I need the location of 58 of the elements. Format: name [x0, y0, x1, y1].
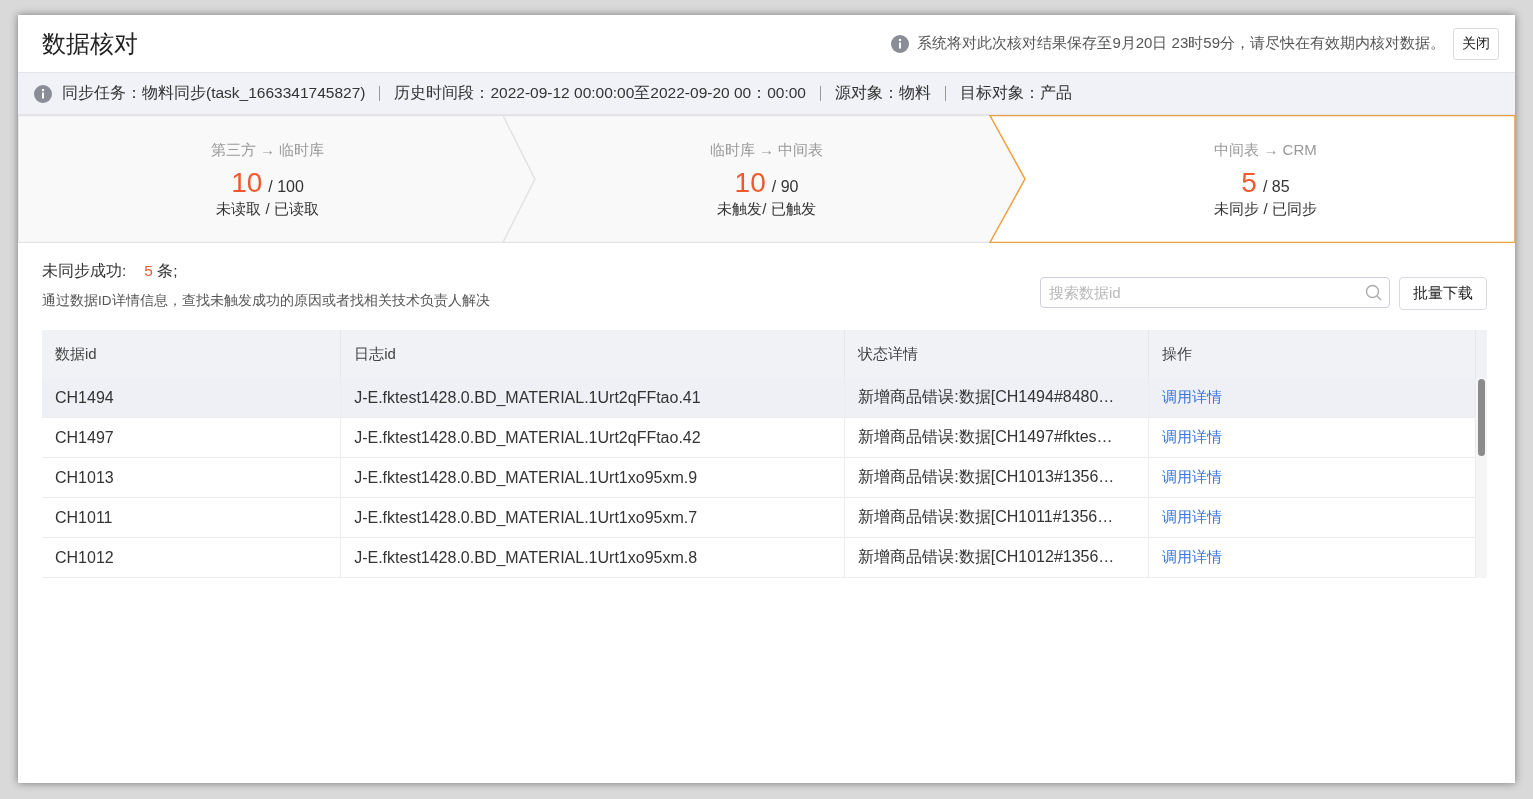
- step-total: / 90: [771, 177, 799, 196]
- table-cell: 新增商品错误:数据[CH1494#8480…: [844, 378, 1149, 418]
- table-row[interactable]: CH1013 J-E.fktest1428.0.BD_MATERIAL.1Urt1xo95xm.9 新增商品错误:数据[CH1013#1356… 调用详情: [42, 457, 1476, 498]
- table-cell: CH1013: [42, 457, 341, 498]
- step-count: 5: [1241, 167, 1257, 198]
- scrollbar-thumb[interactable]: [1478, 379, 1485, 456]
- step-total: / 100: [268, 177, 304, 196]
- download-button[interactable]: 批量下载: [1399, 277, 1487, 310]
- search-field[interactable]: 搜索数据id: [1040, 277, 1390, 308]
- details-link[interactable]: 调用详情: [1162, 509, 1222, 525]
- info-icon: [34, 84, 52, 103]
- step-caption: 未读取 / 已读取: [216, 199, 319, 218]
- table-cell: 新增商品错误:数据[CH1013#1356…: [844, 457, 1149, 498]
- details-link[interactable]: 调用详情: [1162, 429, 1222, 445]
- table-row[interactable]: CH1012 J-E.fktest1428.0.BD_MATERIAL.1Urt1xo95xm.8 新增商品错误:数据[CH1012#1356… 调用详情: [42, 537, 1476, 578]
- info-text: 源对象：物料: [835, 83, 931, 103]
- summary-label: 未同步成功:: [42, 261, 127, 281]
- table-cell: J-E.fktest1428.0.BD_MATERIAL.1Urt1xo95xm.9: [340, 457, 845, 498]
- search-icon[interactable]: [1365, 284, 1382, 301]
- details-link[interactable]: 调用详情: [1162, 389, 1222, 405]
- table-row[interactable]: CH1011 J-E.fktest1428.0.BD_MATERIAL.1Urt1xo95xm.7 新增商品错误:数据[CH1011#1356… 调用详情: [42, 497, 1476, 538]
- details-link[interactable]: 调用详情: [1162, 549, 1222, 565]
- step-count: 10: [231, 167, 263, 198]
- table-cell: J-E.fktest1428.0.BD_MATERIAL.1Urt1xo95xm.8: [340, 537, 845, 578]
- close-button[interactable]: 关闭: [1453, 27, 1499, 60]
- table-cell: 新增商品错误:数据[CH1012#1356…: [844, 537, 1149, 578]
- table-cell: CH1494: [42, 378, 341, 418]
- step-count: 10: [734, 167, 766, 198]
- summary-unit: 条;: [157, 262, 178, 279]
- table-cell: CH1011: [42, 497, 341, 538]
- info-text: 同步任务：物料同步(task_1663341745827): [62, 83, 366, 103]
- table-row[interactable]: CH1494 J-E.fktest1428.0.BD_MATERIAL.1Urt2qFFtao.41 新增商品错误:数据[CH1494#8480… 调用详情: [42, 378, 1476, 418]
- table-cell: CH1012: [42, 537, 341, 578]
- step-route: 临时库 → 中间表: [709, 140, 824, 160]
- column-header: 日志id: [340, 330, 845, 378]
- info-text: 目标对象：产品: [960, 83, 1072, 103]
- details-link[interactable]: 调用详情: [1162, 469, 1222, 485]
- step-caption: 未触发/ 已触发: [717, 199, 816, 218]
- column-header: 状态详情: [844, 330, 1149, 378]
- table-cell: 新增商品错误:数据[CH1011#1356…: [844, 497, 1149, 538]
- step-route: 中间表 → CRM: [1214, 140, 1317, 160]
- column-header: 数据id: [42, 330, 341, 378]
- step-route: 第三方 → 临时库: [210, 140, 325, 160]
- info-text: 历史时间段：2022-09-12 00:00:00至2022-09-20 00：00:00: [394, 83, 806, 103]
- table-cell: 新增商品错误:数据[CH1497#fktes…: [844, 417, 1149, 458]
- table-cell: J-E.fktest1428.0.BD_MATERIAL.1Urt1xo95xm.7: [340, 497, 845, 538]
- table-row[interactable]: CH1497 J-E.fktest1428.0.BD_MATERIAL.1Urt2qFFtao.42 新增商品错误:数据[CH1497#fktes… 调用详情: [42, 417, 1476, 458]
- table-cell: CH1497: [42, 417, 341, 458]
- step-total: / 85: [1262, 177, 1290, 196]
- hint-text: 通过数据ID详情信息，查找未触发成功的原因或者找相关技术负责人解决: [42, 292, 490, 310]
- step-caption: 未同步 / 已同步: [1214, 199, 1317, 218]
- table-cell: J-E.fktest1428.0.BD_MATERIAL.1Urt2qFFtao.42: [340, 417, 845, 458]
- notice-text: 系统将对此次核对结果保存至9月20日 23时59分，请尽快在有效期内核对数据。: [917, 34, 1445, 53]
- dialog-title: 数据核对: [42, 28, 139, 59]
- summary-count: 5: [144, 262, 153, 279]
- table-cell: J-E.fktest1428.0.BD_MATERIAL.1Urt2qFFtao.41: [340, 378, 845, 418]
- info-icon: [891, 34, 910, 53]
- column-header: 操作: [1148, 330, 1476, 378]
